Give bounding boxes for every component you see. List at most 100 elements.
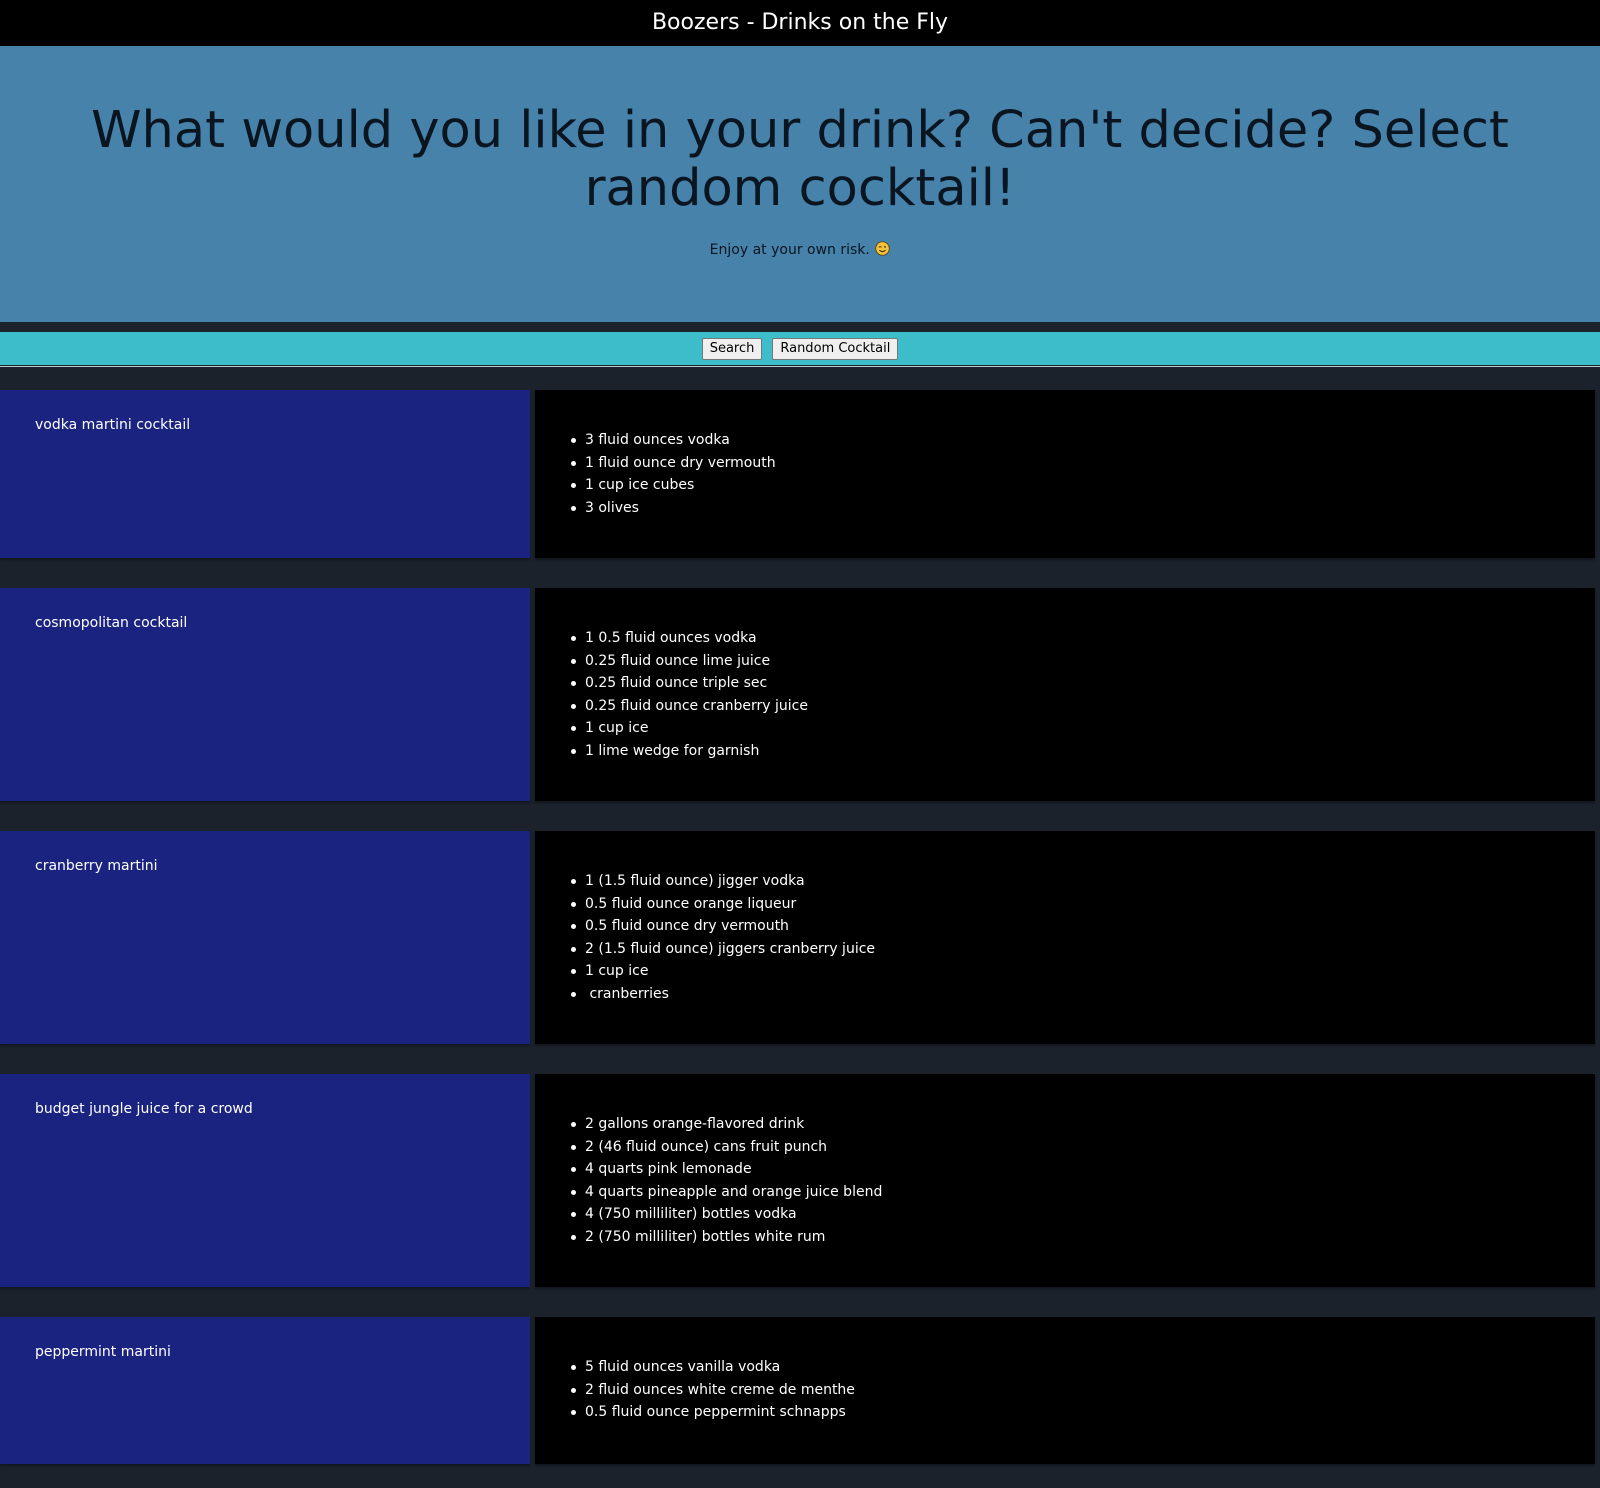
ingredient-text: cranberries [585,985,669,1002]
ingredient-text: 4 quarts pineapple and orange juice blen… [585,1183,883,1200]
ingredient-item: 1 fluid ounce dry vermouth [571,452,776,475]
bullet-icon [571,1122,576,1127]
ingredient-text: 1 0.5 fluid ounces vodka [585,630,757,646]
ingredient-item: cranberries [571,983,875,1006]
ingredient-item: 0.25 fluid ounce lime juice [571,650,808,673]
ingredient-text: 1 lime wedge for garnish [585,742,760,759]
ingredient-item: 0.25 fluid ounce triple sec [571,672,808,695]
bullet-icon [571,505,576,511]
ingredient-item: 2 fluid ounces white creme de menthe [571,1379,855,1402]
ingredient-item: 4 (750 milliliter) bottles vodka [571,1203,882,1226]
ingredient-item: 0.5 fluid ounce dry vermouth [571,915,875,938]
ingredient-text: 0.5 fluid ounce peppermint schnapps [585,1404,846,1421]
bullet-icon [571,703,576,709]
cocktail-card: budget jungle juice for a crowd 2 gallons… [0,1074,1600,1287]
ingredient-item: 4 quarts pink lemonade [571,1158,882,1181]
bullet-icon [571,636,576,641]
ingredient-item: 2 gallons orange-flavored drink [571,1113,882,1136]
bullet-icon [571,1234,576,1240]
ingredient-item: 1 cup ice cubes [571,474,776,497]
ingredient-text: 0.5 fluid ounce dry vermouth [585,918,789,935]
bullet-icon [571,681,576,687]
ingredient-text: 5 fluid ounces vanilla vodka [585,1359,781,1375]
bullet-icon [571,879,576,884]
cocktail-name: cranberry martini [35,858,158,874]
cocktail-name-panel: cosmopolitan cocktail [0,588,530,801]
ingredient-list: 1 (1.5 fluid ounce) jigger vodka 0.5 flui… [571,870,876,1006]
cocktail-ingredients-panel: 5 fluid ounces vanilla vodka 2 fluid ounc… [535,1317,1595,1464]
bullet-icon [571,460,576,466]
ingredient-item: 1 (1.5 fluid ounce) jigger vodka [571,870,875,893]
cocktail-card: cranberry martini 1 (1.5 fluid ounce) jig… [0,831,1600,1044]
ingredient-text: 1 cup ice [585,963,649,980]
ingredient-text: 4 quarts pink lemonade [585,1161,752,1178]
bullet-icon [571,1212,576,1218]
bullet-icon [571,748,576,754]
ingredient-item: 2 (46 fluid ounce) cans fruit punch [571,1136,882,1159]
ingredient-text: 4 (750 milliliter) bottles vodka [585,1206,797,1223]
ingredient-item: 5 fluid ounces vanilla vodka [571,1356,855,1379]
bullet-icon [571,969,576,975]
bullet-icon [571,726,576,732]
bullet-icon [571,901,576,907]
ingredient-item: 3 olives [571,497,776,520]
ingredient-item: 2 (750 milliliter) bottles white rum [571,1226,882,1249]
ingredient-item: 1 cup ice [571,717,808,740]
search-button-bar: Search Random Cocktail [0,332,1600,365]
bullet-icon [571,991,576,997]
ingredient-item: 1 cup ice [571,960,875,983]
bullet-icon [571,438,576,443]
bullet-icon [571,1189,576,1195]
top-navbar: Boozers - Drinks on the Fly [0,0,1600,46]
winking-smiley-icon [875,241,890,256]
cocktail-ingredients-panel: 3 fluid ounces vodka 1 fluid ounce dry ve… [535,390,1595,558]
ingredient-item: 1 0.5 fluid ounces vodka [571,627,808,650]
ingredient-text: 2 fluid ounces white creme de menthe [585,1381,855,1398]
ingredient-text: 0.5 fluid ounce orange liqueur [585,895,797,912]
ingredient-list: 1 0.5 fluid ounces vodka 0.25 fluid ounce… [571,627,808,763]
hero-section: What would you like in your drink? Can't… [0,46,1600,367]
cocktail-name: peppermint martini [35,1344,171,1360]
ingredient-list: 2 gallons orange-flavored drink 2 (46 flu… [571,1113,883,1249]
cocktail-name-panel: cranberry martini [0,831,530,1044]
ingredient-text: 1 fluid ounce dry vermouth [585,454,776,471]
ingredient-item: 4 quarts pineapple and orange juice blen… [571,1181,883,1204]
bullet-icon [571,924,576,930]
ingredient-item: 3 fluid ounces vodka [571,429,776,452]
ingredient-text: 2 (750 milliliter) bottles white rum [585,1228,826,1245]
cocktail-name-panel: peppermint martini [0,1317,530,1464]
site-title: Boozers - Drinks on the Fly [651,10,949,35]
ingredient-item: 0.25 fluid ounce cranberry juice [571,695,808,718]
cocktail-name-panel: vodka martini cocktail [0,390,530,558]
search-button[interactable]: Search [701,337,763,360]
cocktail-name: cosmopolitan cocktail [35,615,188,631]
ingredient-text: 1 cup ice cubes [585,477,695,494]
bullet-icon [571,1144,576,1150]
ingredient-text: 2 (46 fluid ounce) cans fruit punch [585,1138,828,1155]
ingredient-item: 2 (1.5 fluid ounce) jiggers cranberry ju… [571,938,876,961]
cocktail-name: budget jungle juice for a crowd [35,1101,253,1117]
ingredient-text: 3 olives [585,499,639,516]
ingredient-item: 1 lime wedge for garnish [571,740,808,763]
tagline-text: Enjoy at your own risk. [709,242,870,258]
cocktail-ingredients-panel: 1 (1.5 fluid ounce) jigger vodka 0.5 flui… [535,831,1595,1044]
hero-tagline: Enjoy at your own risk. [0,240,1600,260]
ingredient-text: 0.25 fluid ounce cranberry juice [585,697,808,714]
bullet-icon [571,658,576,664]
cocktail-ingredients-panel: 2 gallons orange-flavored drink 2 (46 flu… [535,1074,1595,1287]
ingredient-list: 5 fluid ounces vanilla vodka 2 fluid ounc… [571,1356,855,1424]
bullet-icon [571,483,576,489]
ingredient-item: 0.5 fluid ounce orange liqueur [571,893,875,916]
bullet-icon [571,946,576,952]
ingredient-text: 3 fluid ounces vodka [585,432,730,448]
ingredient-text: 2 (1.5 fluid ounce) jiggers cranberry ju… [585,940,876,957]
ingredient-text: 1 (1.5 fluid ounce) jigger vodka [585,873,805,889]
random-cocktail-button[interactable]: Random Cocktail [772,337,899,360]
ingredient-text: 1 cup ice [585,720,649,737]
cocktail-card: peppermint martini 5 fluid ounces vanilla… [0,1317,1600,1464]
bullet-icon [571,1387,576,1393]
bullet-icon [571,1167,576,1173]
ingredient-text: 0.25 fluid ounce triple sec [585,675,768,692]
ingredient-list: 3 fluid ounces vodka 1 fluid ounce dry ve… [571,429,776,520]
hero-heading: What would you like in your drink? Can't… [91,101,1509,218]
